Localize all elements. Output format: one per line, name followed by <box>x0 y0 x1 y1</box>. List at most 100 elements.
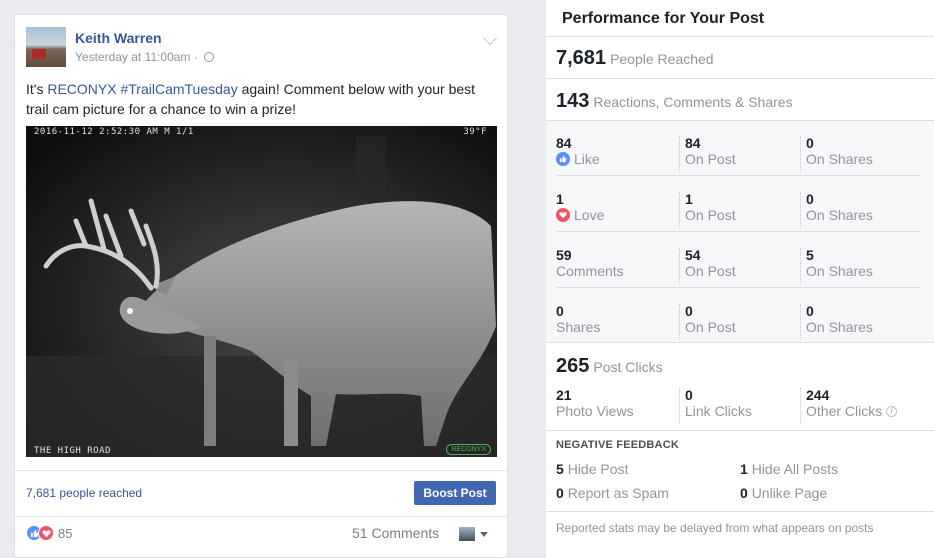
clicks-label: Post Clicks <box>593 359 663 375</box>
hashtag-link[interactable]: #TrailCamTuesday <box>120 81 237 97</box>
shares-label: Shares <box>556 319 601 335</box>
like-total: 84 <box>556 135 572 151</box>
love-total: 1 <box>556 191 564 207</box>
clicks-number: 265 <box>556 355 590 377</box>
shares-total: 0 <box>556 303 564 319</box>
hide-post-stat: 5 Hide Post <box>556 461 629 477</box>
divider <box>546 36 934 37</box>
post-header: Keith Warren Yesterday at 11:00am · <box>26 27 498 71</box>
on-post-label: On Post <box>685 151 736 167</box>
on-post-label: On Post <box>685 263 736 279</box>
comments-count-link[interactable]: 51 Comments <box>352 525 439 541</box>
shares-on-shares: 0 <box>806 303 814 319</box>
panel-title: Performance for Your Post <box>562 10 765 27</box>
on-shares-label: On Shares <box>806 151 873 167</box>
post-clicks-stat: 265 Post Clicks <box>556 355 663 378</box>
other-clicks-cell: 244 Other Clicks i <box>800 388 918 424</box>
on-shares-label: On Shares <box>806 319 873 335</box>
link-clicks-cell: 0 Link Clicks <box>679 388 797 424</box>
love-on-post-cell: 1 On Post <box>679 192 797 228</box>
other-clicks-label: Other Clicks <box>806 403 883 419</box>
stats-delay-note: Reported stats may be delayed from what … <box>556 521 874 535</box>
photo-views-cell: 21 Photo Views <box>556 387 674 420</box>
like-on-shares-cell: 0 On Shares <box>800 136 918 172</box>
caret-down-icon <box>480 531 488 537</box>
on-shares-label: On Shares <box>806 207 873 223</box>
hide-all-posts-stat: 1 Hide All Posts <box>740 461 839 477</box>
engagement-label: Reactions, Comments & Shares <box>593 94 793 110</box>
love-total-cell: 1 Love <box>556 192 674 223</box>
reconyx-logo: RECONYX <box>446 444 491 455</box>
comments-on-post-cell: 54 On Post <box>679 248 797 284</box>
reconyx-link[interactable]: RECONYX <box>47 81 116 97</box>
info-icon[interactable]: i <box>886 405 898 417</box>
like-on-post: 84 <box>685 135 701 151</box>
shares-on-shares-cell: 0 On Shares <box>800 304 918 340</box>
love-on-shares-cell: 0 On Shares <box>800 192 918 228</box>
divider <box>546 78 934 79</box>
comments-total-cell: 59 Comments <box>556 247 674 280</box>
boost-post-button[interactable]: Boost Post <box>414 481 496 505</box>
shares-total-cell: 0 Shares <box>556 303 674 336</box>
stamp-temp: 39°F <box>463 127 487 137</box>
other-clicks-count: 244 <box>806 387 830 403</box>
love-label: Love <box>574 207 605 223</box>
post-timestamp: Yesterday at 11:00am · <box>75 50 215 64</box>
stamp-datetime: 2016-11-12 2:52:30 AM M 1/1 <box>34 127 194 137</box>
love-row: 1 Love 1 On Post 0 On Shares <box>556 176 920 232</box>
link-clicks-count: 0 <box>685 387 693 403</box>
divider <box>15 516 507 517</box>
like-on-shares: 0 <box>806 135 814 151</box>
comments-on-shares: 5 <box>806 247 814 263</box>
comments-total: 59 <box>556 247 572 263</box>
like-total-cell: 84 Like <box>556 136 674 167</box>
people-reached-link[interactable]: 7,681 people reached <box>26 486 142 500</box>
shares-row: 0 Shares 0 On Post 0 On Shares <box>556 288 920 344</box>
heart-icon <box>556 208 570 222</box>
reactions-breakdown: 84 Like 84 On Post 0 On Shares 1 Love 1 … <box>546 120 934 342</box>
reached-label: People Reached <box>610 51 714 67</box>
heart-icon <box>38 525 54 541</box>
deer-photo-image <box>26 126 497 457</box>
report-spam-stat: 0 Report as Spam <box>556 485 669 501</box>
author-avatar[interactable] <box>26 27 66 67</box>
divider <box>546 511 934 512</box>
post-photo[interactable]: 2016-11-12 2:52:30 AM M 1/1 39°F THE HIG… <box>26 126 497 457</box>
reached-number: 7,681 <box>556 47 607 69</box>
negative-feedback-title: NEGATIVE FEEDBACK <box>556 439 679 451</box>
comments-row: 59 Comments 54 On Post 5 On Shares <box>556 232 920 288</box>
like-on-post-cell: 84 On Post <box>679 136 797 172</box>
reactions-summary[interactable]: 85 <box>26 525 72 541</box>
viewer-selector[interactable] <box>459 527 488 541</box>
divider <box>546 342 934 343</box>
post-text: It's RECONYX #TrailCamTuesday again! Com… <box>26 79 496 119</box>
like-label: Like <box>574 151 600 167</box>
comments-on-shares-cell: 5 On Shares <box>800 248 918 284</box>
photo-views-count: 21 <box>556 387 572 403</box>
on-post-label: On Post <box>685 207 736 223</box>
globe-icon[interactable] <box>204 52 215 62</box>
shares-on-post-cell: 0 On Post <box>679 304 797 340</box>
link-clicks-label: Link Clicks <box>685 403 752 419</box>
photo-stamp-bottom: THE HIGH ROAD <box>34 446 111 456</box>
comments-label: Comments <box>556 263 624 279</box>
post-text-prefix: It's <box>26 81 48 97</box>
chevron-down-icon[interactable] <box>482 30 498 46</box>
reaction-count: 85 <box>58 525 73 541</box>
photo-views-label: Photo Views <box>556 403 634 419</box>
like-row: 84 Like 84 On Post 0 On Shares <box>556 120 920 176</box>
unlike-page-stat: 0 Unlike Page <box>740 485 828 501</box>
people-reached-stat: 7,681 People Reached <box>556 47 714 70</box>
post-card: Keith Warren Yesterday at 11:00am · It's… <box>14 14 508 558</box>
on-post-label: On Post <box>685 319 736 335</box>
post-time[interactable]: Yesterday at 11:00am <box>75 50 190 64</box>
engagement-number: 143 <box>556 90 590 112</box>
viewer-avatar <box>459 527 475 541</box>
love-on-post: 1 <box>685 191 693 207</box>
love-on-shares: 0 <box>806 191 814 207</box>
author-name[interactable]: Keith Warren <box>75 30 162 46</box>
photo-stamp-top: 2016-11-12 2:52:30 AM M 1/1 39°F <box>34 127 487 139</box>
divider <box>546 430 934 431</box>
clicks-breakdown: 21 Photo Views 0 Link Clicks 244 Other C… <box>556 388 920 424</box>
performance-panel: Performance for Your Post 7,681 People R… <box>546 0 934 558</box>
